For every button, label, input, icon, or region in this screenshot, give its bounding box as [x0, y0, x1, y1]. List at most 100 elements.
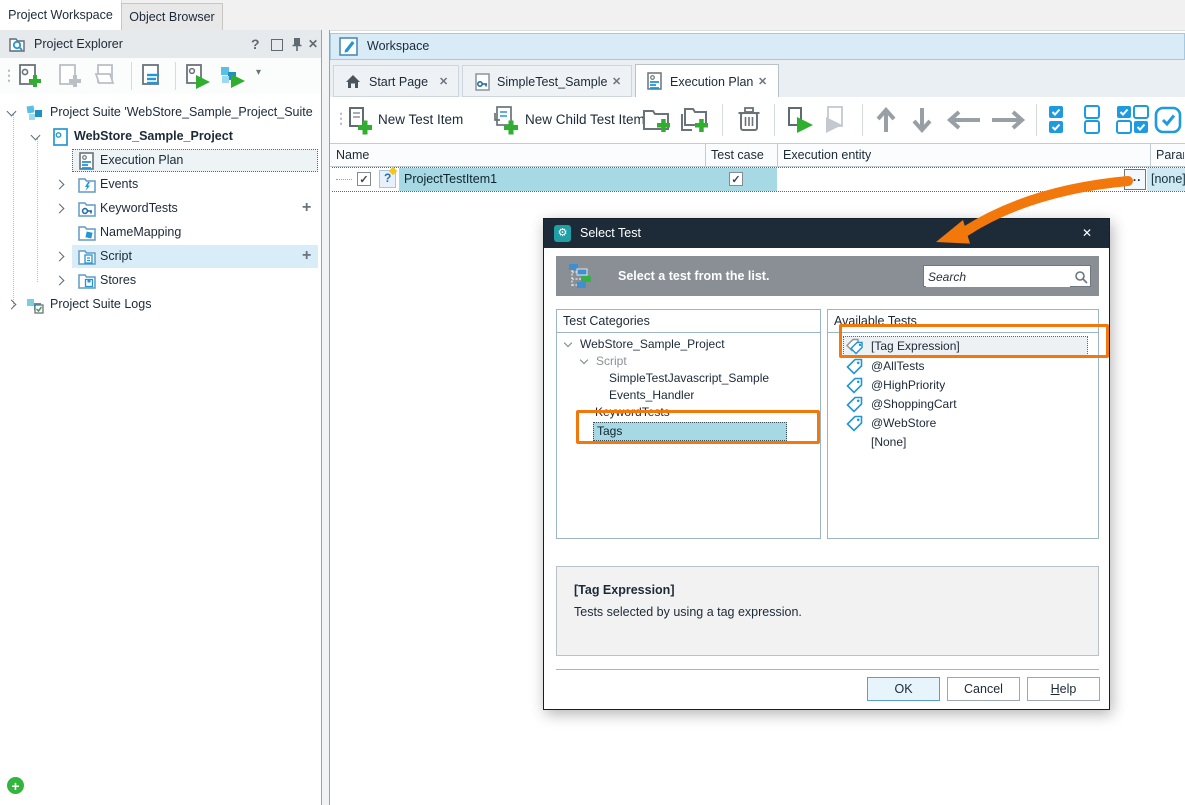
tree-item-events[interactable]: Events — [0, 173, 321, 197]
dialog-titlebar[interactable]: ⚙ Select Test ✕ — [544, 219, 1109, 248]
chevron-down-icon[interactable] — [564, 339, 572, 347]
cancel-button[interactable]: Cancel — [947, 677, 1020, 701]
tree-item-label: Project Suite Logs — [50, 297, 151, 311]
project-explorer-icon — [8, 35, 26, 53]
toolbar-grip[interactable]: ⋮ — [2, 67, 16, 84]
tab-start-page[interactable]: Start Page ✕ — [333, 65, 459, 97]
annotation-box-tags — [576, 410, 820, 444]
tree-item-execution-plan[interactable]: Execution Plan — [0, 149, 321, 173]
move-down-icon[interactable] — [908, 104, 936, 136]
script-folder-icon — [78, 249, 96, 265]
run-selected-icon[interactable] — [784, 105, 814, 134]
test-item-alltests[interactable]: @AllTests — [828, 357, 1098, 376]
floating-add-icon[interactable]: + — [7, 777, 24, 794]
new-item-icon-disabled[interactable] — [56, 63, 82, 89]
column-header-name[interactable]: Name — [336, 148, 369, 162]
panel-title: Project Explorer — [34, 37, 123, 51]
events-folder-icon — [78, 177, 96, 193]
test-item-shoppingcart[interactable]: @ShoppingCart — [828, 395, 1098, 414]
add-keywordtest-button[interactable]: + — [302, 199, 311, 217]
tab-label: Start Page — [369, 75, 428, 89]
add-group-icon[interactable] — [642, 106, 672, 134]
tree-item-project[interactable]: WebStore_Sample_Project — [0, 125, 321, 149]
chevron-right-icon[interactable] — [55, 276, 65, 286]
enable-test-case-icon[interactable] — [1154, 106, 1182, 134]
column-header-test-case[interactable]: Test case — [711, 148, 764, 162]
organize-items-icon[interactable] — [139, 63, 165, 89]
tree-item-keywordtests[interactable]: KeywordTests + — [0, 197, 321, 221]
tag-icon — [846, 377, 863, 394]
stores-folder-icon — [78, 273, 96, 289]
chevron-down-icon[interactable] — [31, 131, 41, 141]
tree-item-stores[interactable]: Stores — [0, 269, 321, 293]
column-header-execution-entity[interactable]: Execution entity — [783, 148, 871, 162]
run-dropdown-caret[interactable]: ▾ — [256, 67, 261, 78]
move-left-icon[interactable] — [944, 109, 984, 131]
move-up-icon[interactable] — [872, 104, 900, 136]
category-simpletestjavascript[interactable]: SimpleTestJavascript_Sample — [557, 370, 820, 387]
banner-message: Select a test from the list. — [618, 269, 769, 283]
chevron-right-icon[interactable] — [55, 180, 65, 190]
run-project-icon[interactable] — [183, 63, 211, 89]
tag-icon — [846, 415, 863, 432]
category-script[interactable]: Script — [557, 353, 820, 370]
panel-maximize-icon[interactable] — [271, 39, 283, 51]
run-project-suite-icon[interactable] — [218, 63, 246, 89]
dialog-title: Select Test — [580, 226, 641, 240]
test-tree-icon — [568, 263, 596, 289]
search-input[interactable] — [926, 267, 1070, 287]
test-item-webstore[interactable]: @WebStore — [828, 414, 1098, 433]
close-icon[interactable]: ✕ — [612, 75, 621, 88]
new-test-item-button[interactable]: New Test Item — [346, 104, 488, 136]
home-icon — [345, 74, 361, 89]
keyword-test-icon — [474, 73, 491, 91]
add-project-icon[interactable] — [16, 63, 42, 89]
tab-execution-plan[interactable]: Execution Plan ✕ — [635, 64, 779, 98]
tree-item-script[interactable]: Script + — [0, 245, 321, 269]
run-selected-disabled-icon[interactable] — [822, 105, 852, 134]
chevron-right-icon[interactable] — [55, 252, 65, 262]
execution-entity-ellipsis-button[interactable]: ... — [1124, 169, 1146, 190]
button-separator — [556, 669, 1099, 670]
check-all-icon[interactable] — [1046, 104, 1066, 136]
tree-item-namemapping[interactable]: NameMapping — [0, 221, 321, 245]
category-events-handler[interactable]: Events_Handler — [557, 387, 820, 404]
param-cell[interactable]: [none] — [1147, 168, 1185, 191]
tab-project-workspace[interactable]: Project Workspace — [0, 0, 122, 30]
tab-simpletest-sample[interactable]: SimpleTest_Sample ✕ — [462, 65, 632, 97]
column-header-param[interactable]: Param — [1156, 148, 1184, 162]
delete-icon[interactable] — [736, 105, 762, 134]
add-child-group-icon[interactable] — [680, 106, 710, 134]
test-item-none[interactable]: [None] — [828, 433, 1098, 452]
ok-button[interactable]: OK — [867, 677, 940, 701]
panel-pin-icon[interactable] — [291, 37, 303, 52]
chevron-down-icon[interactable] — [7, 107, 17, 117]
add-script-button[interactable]: + — [302, 247, 311, 265]
tab-label: SimpleTest_Sample — [497, 75, 607, 89]
move-right-icon[interactable] — [988, 109, 1028, 131]
close-icon[interactable]: ✕ — [439, 75, 448, 88]
tree-item-project-suite[interactable]: Project Suite 'WebStore_Sample_Project_S… — [0, 101, 321, 125]
execution-plan-icon — [646, 72, 663, 90]
test-case-checkbox[interactable]: ✓ — [729, 172, 743, 186]
tree-item-project-suite-logs[interactable]: Project Suite Logs — [0, 293, 321, 317]
toggle-check-icon[interactable] — [1116, 104, 1150, 136]
uncheck-all-icon[interactable] — [1082, 104, 1102, 136]
help-button[interactable]: Help — [1027, 677, 1100, 701]
tab-object-browser[interactable]: Object Browser — [121, 3, 223, 30]
open-item-icon-disabled[interactable] — [93, 63, 119, 89]
chevron-right-icon[interactable] — [55, 204, 65, 214]
test-item-highpriority[interactable]: @HighPriority — [828, 376, 1098, 395]
grid-row-projecttestitem1[interactable]: ✓ ? ProjectTestItem1 ✓ ... [none] — [330, 167, 1185, 192]
dialog-close-icon[interactable]: ✕ — [1082, 226, 1092, 240]
description-text: Tests selected by using a tag expression… — [574, 605, 802, 619]
chevron-down-icon[interactable] — [580, 356, 588, 364]
category-webstore-project[interactable]: WebStore_Sample_Project — [557, 336, 820, 353]
close-icon[interactable]: ✕ — [758, 75, 767, 88]
new-child-test-item-button[interactable]: New Child Test Item — [492, 104, 667, 136]
chevron-right-icon[interactable] — [7, 300, 17, 310]
panel-help-icon[interactable]: ? — [251, 36, 260, 52]
panel-splitter[interactable] — [321, 30, 330, 805]
row-enabled-checkbox[interactable]: ✓ — [357, 172, 371, 186]
panel-close-icon[interactable]: ✕ — [308, 37, 318, 51]
